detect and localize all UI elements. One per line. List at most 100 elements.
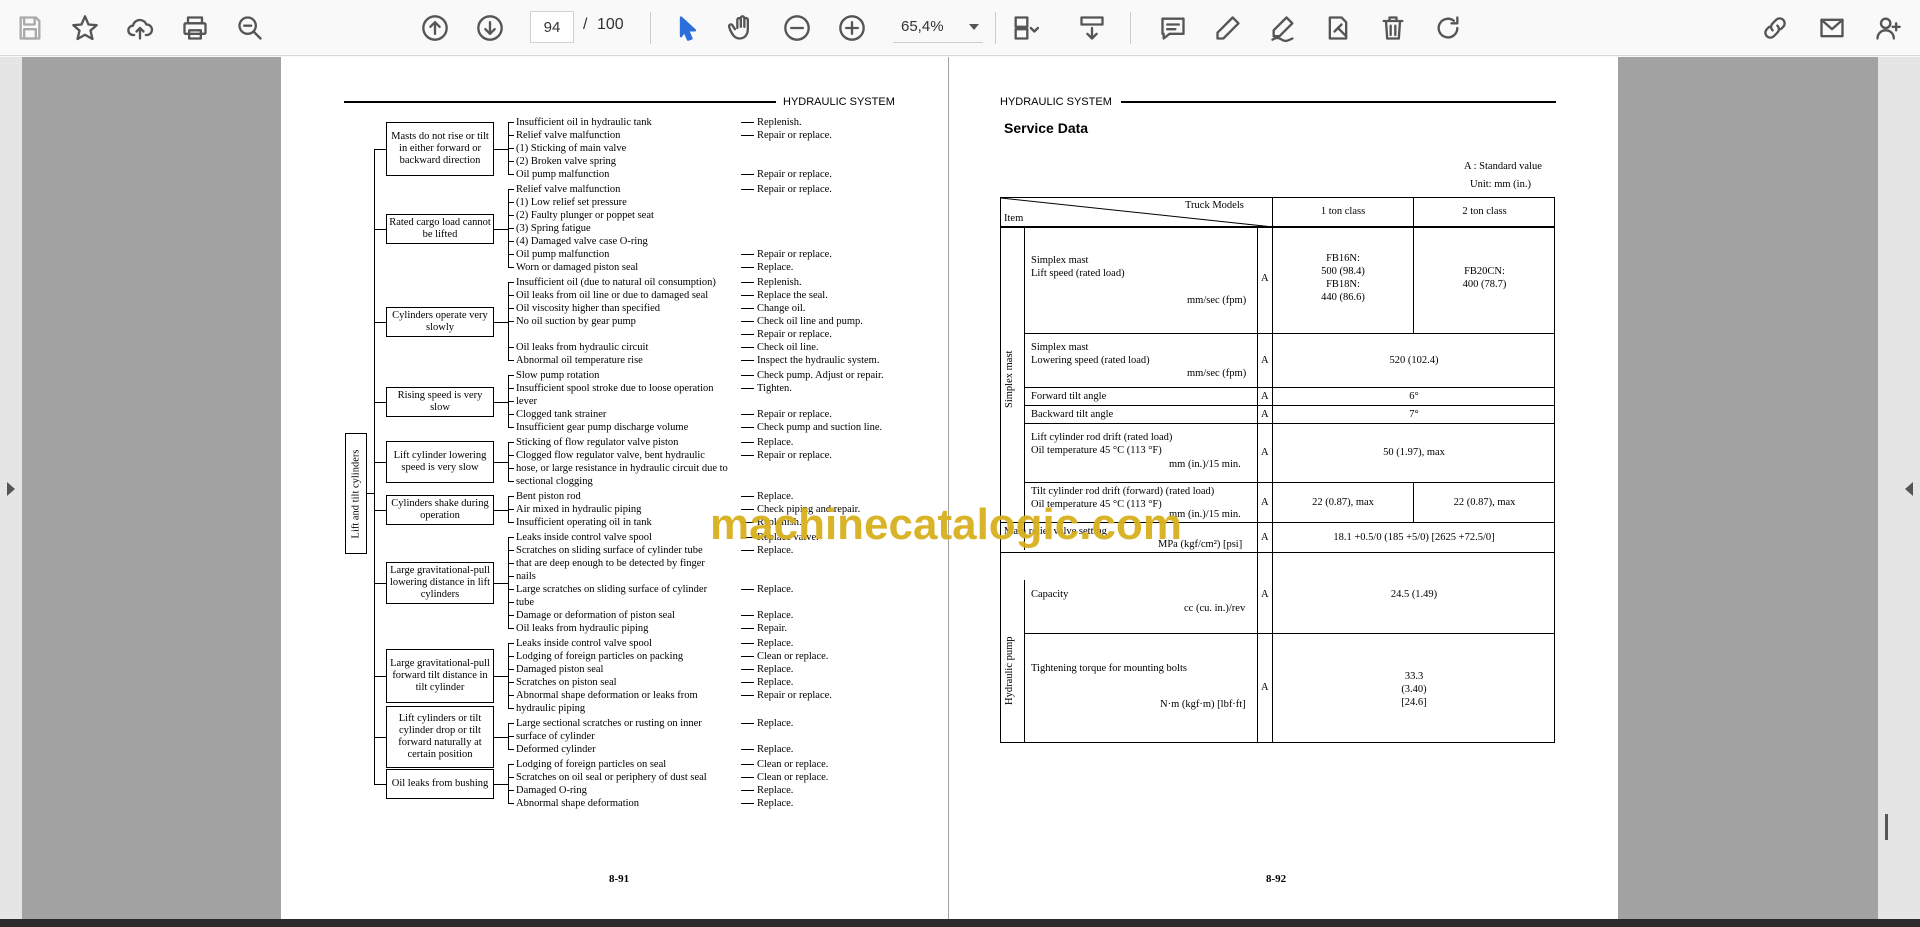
cause-text: Damaged piston seal: [516, 664, 604, 675]
remedy-text: Repair or replace.: [757, 184, 832, 195]
pump-capacity-label: Capacity: [1031, 589, 1069, 600]
delete-icon[interactable]: [1373, 8, 1413, 48]
toolbar-divider: [1130, 12, 1131, 44]
symptom-box: Rising speed is very slow: [386, 387, 494, 417]
remedy-dash: [741, 656, 754, 657]
pump-capacity-unit: cc (cu. in.)/rev: [1184, 603, 1246, 614]
lowering-speed-value: 520 (102.4): [1389, 355, 1439, 366]
cause-tick: [508, 414, 514, 415]
zoom-search-icon[interactable]: [230, 8, 270, 48]
category-label: Lift and tilt cylinders: [345, 433, 367, 554]
page-layout-icon[interactable]: [1005, 8, 1045, 48]
pdf-page-left: HYDRAULIC SYSTEM Lift and tilt cylinders…: [281, 57, 948, 919]
share-link-icon[interactable]: [1755, 8, 1795, 48]
cause-text: sectional clogging: [516, 476, 593, 487]
scrollbar-thumb[interactable]: [1885, 814, 1888, 840]
sidebar-expand-left-icon[interactable]: [7, 482, 15, 496]
cause-text: (2) Faulty plunger or poppet seat: [516, 210, 654, 221]
remedy-text: Replace.: [757, 744, 794, 755]
cause-tick: [508, 589, 514, 590]
zoom-in-icon[interactable]: [832, 8, 872, 48]
cause-text: Large scratches on sliding surface of cy…: [516, 584, 708, 595]
select-pointer-icon[interactable]: [668, 8, 708, 48]
print-icon[interactable]: [175, 8, 215, 48]
col-2ton: 2 ton class: [1462, 206, 1507, 217]
torque-unit: N·m (kgf·m) [lbf·ft]: [1160, 699, 1246, 710]
symptom-connector: [494, 510, 508, 511]
upload-cloud-icon[interactable]: [120, 8, 160, 48]
cause-text: Lodging of foreign particles on packing: [516, 651, 684, 662]
cause-text: Leaks inside control valve spool: [516, 532, 652, 543]
relief-valve-value: 18.1 +0.5/0 (185 +5/0) [2625 +72.5/0]: [1333, 532, 1495, 543]
hand-pan-icon[interactable]: [722, 8, 762, 48]
remedy-text: Replace.: [757, 437, 794, 448]
zoom-out-icon[interactable]: [777, 8, 817, 48]
section-title: Service Data: [1004, 120, 1089, 136]
remedy-dash: [741, 267, 754, 268]
cause-tick: [508, 174, 514, 175]
remedy-dash: [741, 496, 754, 497]
remedy-text: Check pump. Adjust or repair.: [757, 370, 884, 381]
add-user-icon[interactable]: [1868, 8, 1908, 48]
remedy-dash: [741, 414, 754, 415]
cause-tick: [508, 656, 514, 657]
spine-branch: [374, 402, 386, 403]
symptom-connector: [494, 402, 508, 403]
cause-tick: [508, 643, 514, 644]
comment-icon[interactable]: [1153, 8, 1193, 48]
remedy-text: Clean or replace.: [757, 759, 829, 770]
next-page-icon[interactable]: [470, 8, 510, 48]
scroll-mode-icon[interactable]: [1072, 8, 1112, 48]
rotate-icon[interactable]: [1428, 8, 1468, 48]
spine-branch: [374, 510, 386, 511]
bookmark-star-icon[interactable]: [65, 8, 105, 48]
cause-tick: [508, 628, 514, 629]
cause-text: Scratches on sliding surface of cylinder…: [516, 545, 703, 556]
spine-branch: [374, 322, 386, 323]
remedy-dash: [741, 375, 754, 376]
redact-icon[interactable]: [1318, 8, 1358, 48]
remedy-text: Check oil line and pump.: [757, 316, 863, 327]
group-hydraulic-pump: Hydraulic pump: [1004, 636, 1015, 705]
sidebar-expand-right-icon[interactable]: [1905, 482, 1913, 496]
cause-text: Clogged flow regulator valve, bent hydra…: [516, 450, 705, 461]
prev-page-icon[interactable]: [415, 8, 455, 48]
cause-tick: [508, 509, 514, 510]
remedy-text: Repair or replace.: [757, 690, 832, 701]
cause-text: Damage or deformation of piston seal: [516, 610, 675, 621]
tilt-drift-2ton: 22 (0.87), max: [1453, 497, 1516, 508]
header-rule: [344, 101, 776, 103]
relief-valve-a: A: [1261, 532, 1269, 543]
zoom-select[interactable]: 65,4%: [893, 11, 983, 43]
cause-tick: [508, 308, 514, 309]
tilt-drift-a: A: [1261, 497, 1269, 508]
page-number: 8-92: [1266, 873, 1287, 885]
sign-icon[interactable]: [1263, 8, 1303, 48]
remedy-text: Replace.: [757, 664, 794, 675]
cause-text: No oil suction by gear pump: [516, 316, 636, 327]
save-icon[interactable]: [10, 8, 50, 48]
pen-icon[interactable]: [1208, 8, 1248, 48]
backward-tilt-label: Backward tilt angle: [1031, 409, 1114, 420]
lowering-speed-label: Simplex mast Lowering speed (rated load): [1031, 342, 1150, 366]
total-pages: 100: [597, 16, 624, 33]
remedy-text: Repair or replace.: [757, 169, 832, 180]
remedy-text: Replenish.: [757, 277, 802, 288]
cause-text: Insufficient gear pump discharge volume: [516, 422, 689, 433]
document-viewer[interactable]: HYDRAULIC SYSTEM Lift and tilt cylinders…: [0, 57, 1920, 919]
remedy-dash: [741, 764, 754, 765]
page-header: HYDRAULIC SYSTEM: [1000, 96, 1112, 108]
cause-tick: [508, 295, 514, 296]
remedy-dash: [741, 282, 754, 283]
symptom-connector: [494, 676, 508, 677]
torque-value: 33.3 (3.40) [24.6]: [1401, 671, 1427, 708]
remedy-dash: [741, 427, 754, 428]
symptom-connector: [494, 583, 508, 584]
cause-tick: [508, 321, 514, 322]
email-icon[interactable]: [1812, 8, 1852, 48]
page-number-input[interactable]: [530, 11, 574, 43]
zoom-value: 65,4%: [901, 18, 944, 35]
remedy-text: Replace.: [757, 638, 794, 649]
cause-text: Oil pump malfunction: [516, 169, 610, 180]
backward-tilt-value: 7°: [1409, 409, 1419, 420]
